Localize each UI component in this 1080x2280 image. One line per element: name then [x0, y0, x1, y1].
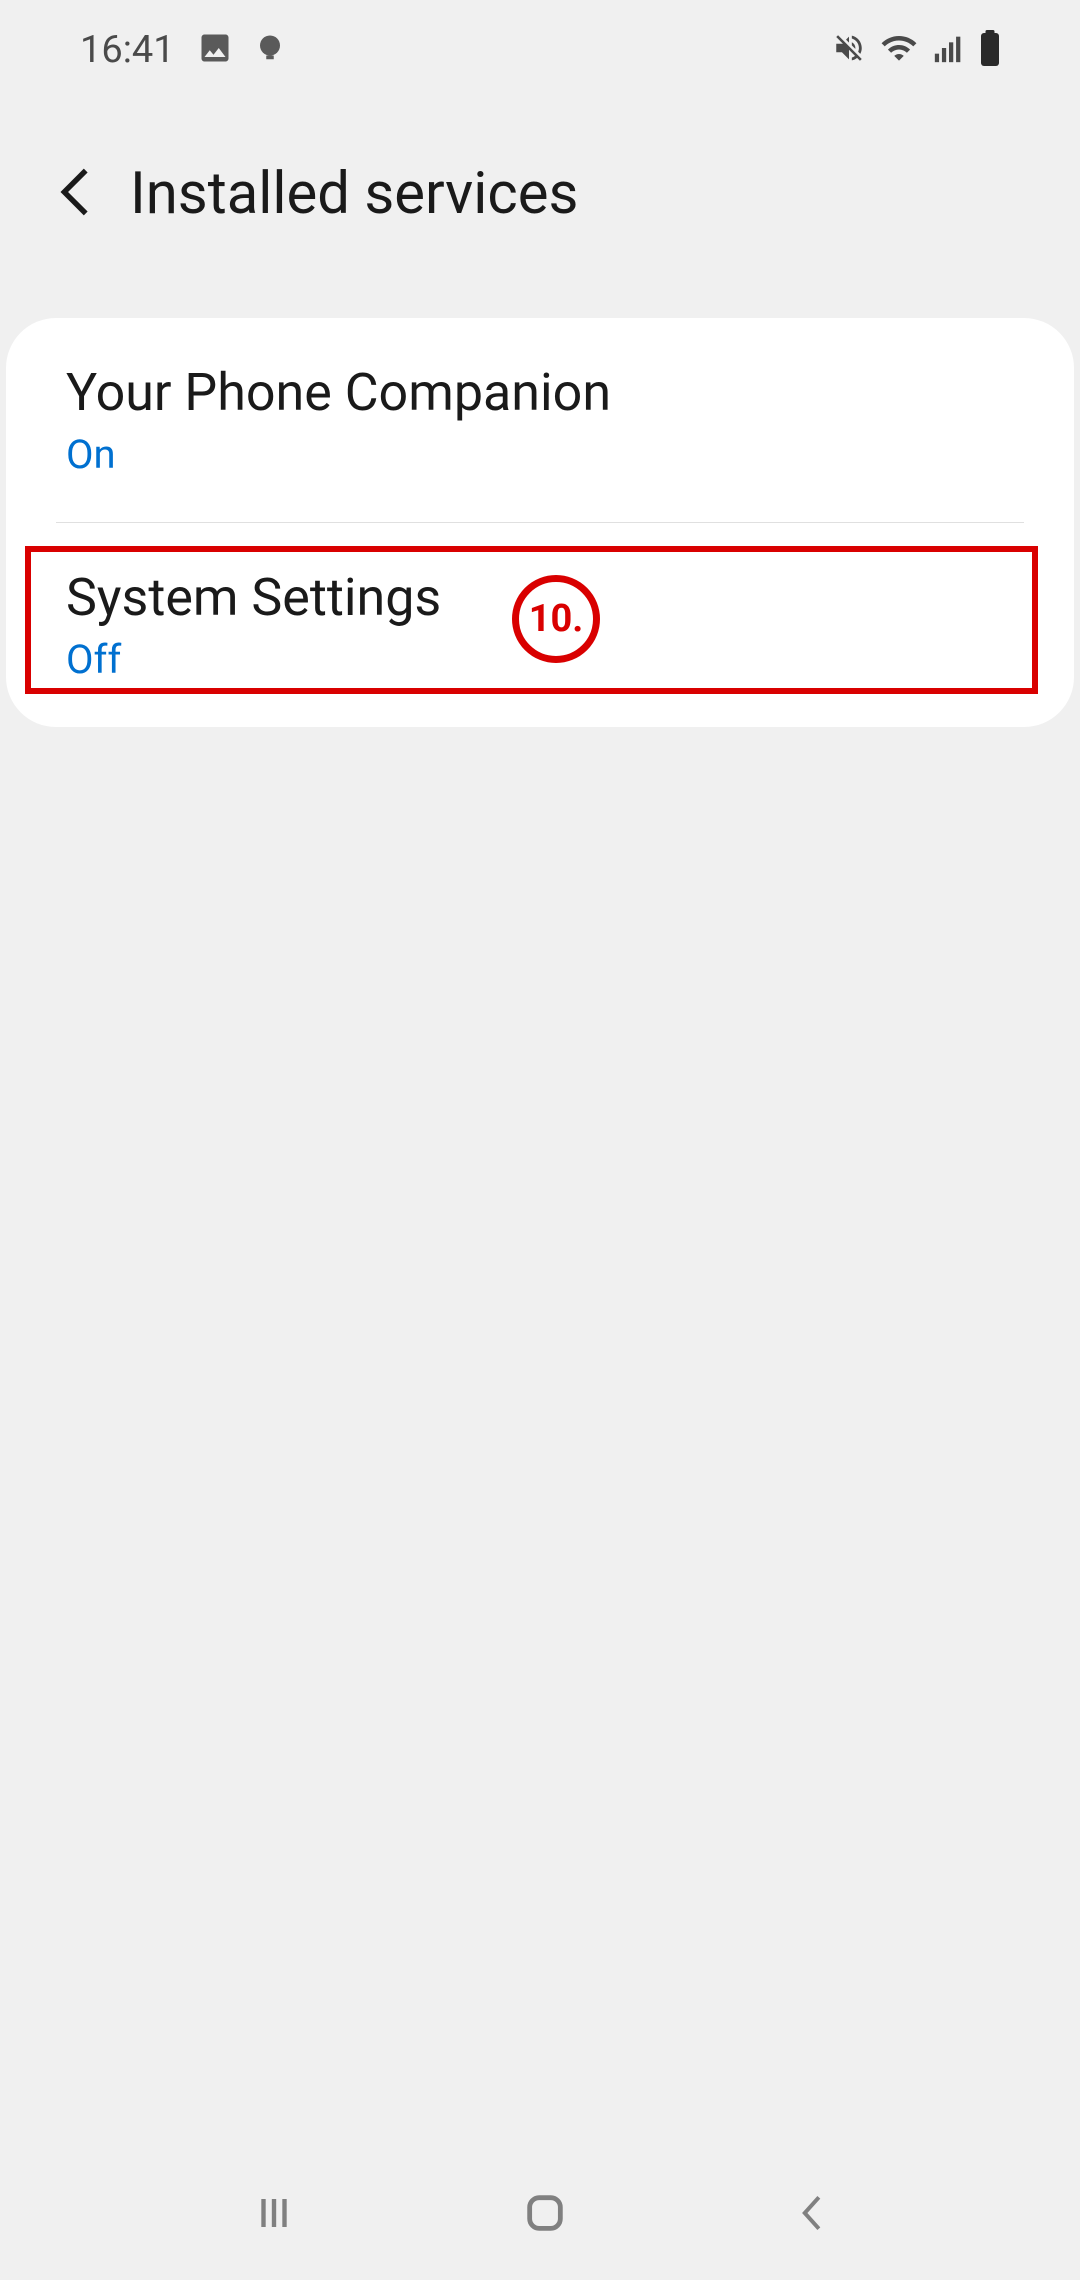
status-time: 16:41 [80, 28, 175, 72]
wifi-icon [880, 32, 918, 68]
battery-icon [980, 30, 1000, 70]
service-status: On [66, 431, 1014, 478]
status-left: 16:41 [80, 28, 285, 72]
recents-button[interactable] [253, 2192, 295, 2238]
page-header: Installed services [0, 100, 1080, 318]
home-button[interactable] [522, 2190, 568, 2240]
services-card: Your Phone Companion On System Settings … [6, 318, 1074, 727]
signal-icon [932, 31, 966, 69]
service-status: Off [66, 636, 1014, 683]
image-icon [197, 30, 233, 70]
back-button[interactable] [60, 167, 90, 221]
back-nav-button[interactable] [795, 2191, 827, 2239]
service-item-phone-companion[interactable]: Your Phone Companion On [6, 318, 1074, 522]
navigation-bar [0, 2150, 1080, 2280]
mute-icon [832, 31, 866, 69]
status-bar: 16:41 [0, 0, 1080, 100]
service-title: System Settings [66, 567, 1014, 628]
service-title: Your Phone Companion [66, 362, 1014, 423]
bulb-icon [255, 33, 285, 67]
service-item-system-settings[interactable]: System Settings Off [6, 523, 1074, 727]
page-title: Installed services [130, 160, 578, 228]
status-right [832, 30, 1000, 70]
